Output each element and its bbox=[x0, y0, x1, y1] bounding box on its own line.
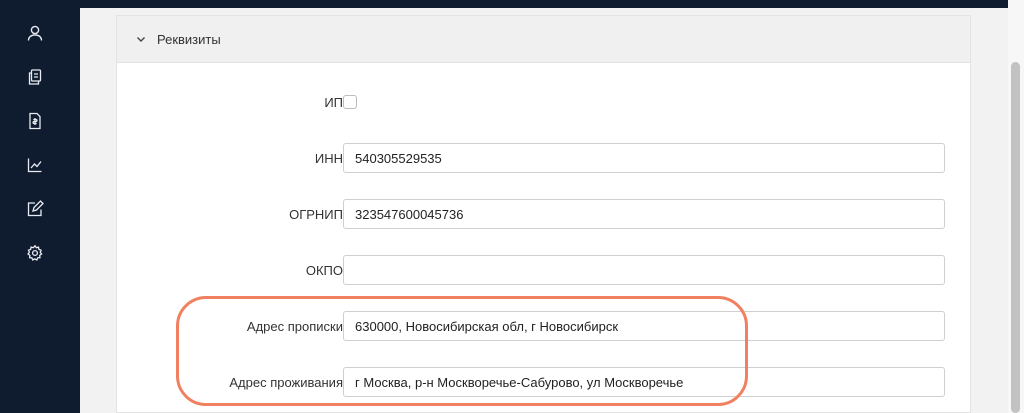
live-address-label: Адрес проживания bbox=[229, 375, 343, 390]
sidebar bbox=[0, 0, 80, 413]
ip-row: ИП bbox=[117, 87, 970, 119]
ogrnip-label: ОГРНИП bbox=[289, 207, 343, 222]
chart-icon[interactable] bbox=[24, 154, 46, 176]
reg-address-input[interactable] bbox=[343, 311, 945, 341]
reg-address-label: Адрес прописки bbox=[246, 319, 343, 334]
inn-label: ИНН bbox=[314, 151, 343, 166]
live-address-row: Адрес проживания bbox=[117, 367, 970, 399]
okpo-input[interactable] bbox=[343, 255, 945, 285]
top-strip bbox=[80, 0, 1008, 8]
gear-icon[interactable] bbox=[24, 242, 46, 264]
scrollbar-thumb[interactable] bbox=[1011, 62, 1020, 413]
requisites-panel: Реквизиты ИП ИНН ОГРНИП ОКПО Адрес пропи… bbox=[116, 15, 971, 413]
inn-row: ИНН bbox=[117, 143, 970, 175]
panel-title: Реквизиты bbox=[157, 31, 221, 47]
edit-icon[interactable] bbox=[24, 198, 46, 220]
ip-checkbox[interactable] bbox=[343, 95, 357, 109]
ip-label: ИП bbox=[324, 95, 343, 110]
invoice-icon[interactable] bbox=[24, 110, 46, 132]
ogrnip-row: ОГРНИП bbox=[117, 199, 970, 231]
app-window: Реквизиты ИП ИНН ОГРНИП ОКПО Адрес пропи… bbox=[0, 0, 1024, 413]
okpo-label: ОКПО bbox=[305, 263, 343, 278]
panel-header[interactable]: Реквизиты bbox=[117, 16, 970, 63]
ogrnip-input[interactable] bbox=[343, 199, 945, 229]
documents-icon[interactable] bbox=[24, 66, 46, 88]
okpo-row: ОКПО bbox=[117, 255, 970, 287]
chevron-down-icon bbox=[135, 33, 147, 45]
live-address-input[interactable] bbox=[343, 367, 945, 397]
inn-input[interactable] bbox=[343, 143, 945, 173]
user-icon[interactable] bbox=[24, 22, 46, 44]
reg-address-row: Адрес прописки bbox=[117, 311, 970, 343]
